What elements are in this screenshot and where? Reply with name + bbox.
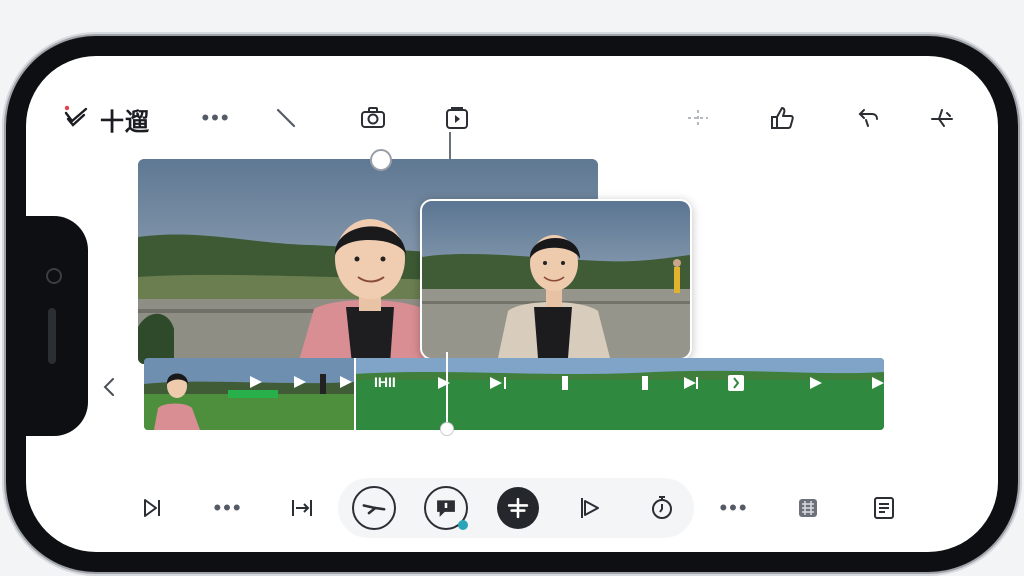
skip-to-end-icon bbox=[144, 499, 160, 517]
undo-icon bbox=[858, 109, 878, 127]
more-left-button[interactable]: ••• bbox=[206, 486, 250, 530]
magic-button[interactable] bbox=[922, 98, 962, 138]
notes-button[interactable] bbox=[862, 486, 906, 530]
timeline-marker-label: IHII bbox=[374, 374, 396, 390]
skip-to-end-button[interactable] bbox=[130, 486, 174, 530]
timer-button[interactable] bbox=[640, 486, 684, 530]
comment-bubble-icon bbox=[424, 486, 468, 530]
sparkle-icon bbox=[931, 109, 953, 127]
slash-tool-icon bbox=[276, 108, 296, 128]
more-icon: ••• bbox=[719, 495, 749, 520]
phone-frame: 十遛 ••• IHII ••• ••• bbox=[6, 36, 1018, 572]
split-button[interactable] bbox=[678, 98, 718, 138]
crop-handle[interactable] bbox=[370, 149, 392, 171]
top-toolbar: 十遛 ••• bbox=[26, 56, 998, 156]
playhead-handle[interactable] bbox=[440, 422, 454, 436]
playhead[interactable] bbox=[446, 352, 448, 428]
pip-video-frame bbox=[422, 201, 690, 358]
comment-button[interactable] bbox=[424, 486, 468, 530]
more-menu-button[interactable]: ••• bbox=[196, 98, 236, 138]
more-icon: ••• bbox=[201, 105, 231, 130]
trim-button[interactable] bbox=[280, 486, 324, 530]
undo-button[interactable] bbox=[848, 98, 888, 138]
speaker-grille bbox=[48, 308, 56, 364]
media-frame-icon bbox=[446, 107, 468, 129]
camera-icon bbox=[361, 107, 385, 128]
app-brand[interactable]: 十遛 bbox=[62, 102, 150, 137]
camera-notch bbox=[26, 216, 88, 436]
video-timeline[interactable]: IHII bbox=[144, 358, 884, 430]
add-button[interactable] bbox=[496, 486, 540, 530]
notes-icon bbox=[874, 497, 894, 519]
add-icon bbox=[497, 487, 539, 529]
transition-button[interactable] bbox=[352, 486, 396, 530]
media-frame-button[interactable] bbox=[437, 98, 477, 138]
chevron-left-icon bbox=[103, 378, 114, 396]
play-effect-button[interactable] bbox=[568, 486, 612, 530]
more-right-button[interactable]: ••• bbox=[712, 486, 756, 530]
like-button[interactable] bbox=[762, 98, 802, 138]
thumbs-up-icon bbox=[771, 107, 794, 129]
timer-icon bbox=[652, 496, 672, 519]
timeline-back-button[interactable] bbox=[94, 372, 124, 402]
trim-icon bbox=[292, 500, 312, 516]
front-camera bbox=[46, 268, 62, 284]
app-screen: 十遛 ••• IHII ••• ••• bbox=[26, 56, 998, 552]
timeline-clip-1[interactable] bbox=[144, 358, 354, 430]
camera-button[interactable] bbox=[353, 98, 393, 138]
timeline-clip-2[interactable] bbox=[354, 358, 884, 430]
notification-dot bbox=[458, 520, 468, 530]
play-effect-icon bbox=[581, 498, 599, 518]
brand-check-icon bbox=[62, 103, 90, 136]
sticker-button[interactable] bbox=[786, 486, 830, 530]
bottom-toolbar: ••• ••• bbox=[26, 474, 998, 544]
more-icon: ••• bbox=[213, 495, 243, 520]
picture-in-picture-preview[interactable] bbox=[420, 199, 692, 360]
app-title: 十遛 bbox=[100, 109, 150, 136]
transition-icon bbox=[352, 486, 396, 530]
sticker-icon bbox=[799, 499, 817, 517]
slash-tool-button[interactable] bbox=[266, 98, 306, 138]
split-icon bbox=[688, 110, 708, 126]
